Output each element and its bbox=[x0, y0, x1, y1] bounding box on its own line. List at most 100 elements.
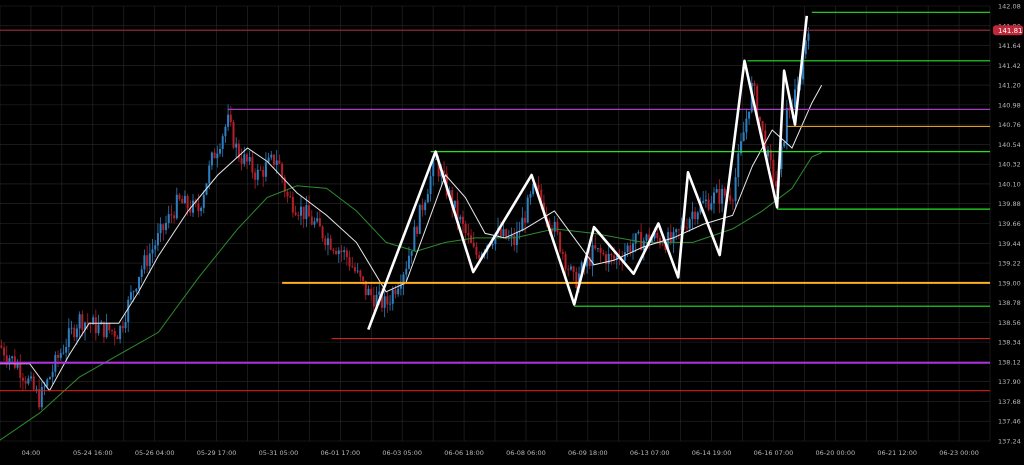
candle-body bbox=[475, 246, 478, 256]
candle-body bbox=[235, 143, 238, 148]
candle-body bbox=[278, 160, 281, 164]
candle-body bbox=[197, 203, 200, 212]
candle-body bbox=[694, 211, 697, 220]
candle-body bbox=[216, 153, 219, 159]
price-tick-label: 139.22 bbox=[998, 260, 1021, 268]
candle-body bbox=[140, 269, 143, 277]
candle-body bbox=[459, 216, 462, 220]
candle-body bbox=[62, 352, 65, 354]
candle-body bbox=[208, 165, 211, 184]
candle-body bbox=[413, 226, 416, 252]
price-tick-label: 137.90 bbox=[998, 378, 1021, 386]
candle-body bbox=[240, 158, 243, 164]
candle-body bbox=[675, 229, 678, 233]
candle-body bbox=[108, 322, 111, 331]
time-tick-label: 06-06 18:00 bbox=[444, 449, 484, 457]
candle-body bbox=[245, 154, 248, 162]
candle-body bbox=[181, 199, 184, 204]
candle-body bbox=[345, 250, 348, 258]
candle-body bbox=[348, 257, 351, 267]
candle-body bbox=[200, 207, 203, 212]
candle-body bbox=[135, 288, 138, 292]
time-tick-label: 06-21 12:00 bbox=[877, 449, 917, 457]
candle-body bbox=[661, 244, 664, 246]
candle-body bbox=[426, 194, 429, 203]
candle-body bbox=[677, 229, 680, 231]
candle-body bbox=[289, 196, 292, 198]
candle-body bbox=[119, 325, 122, 340]
candle-body bbox=[48, 377, 51, 380]
candle-body bbox=[712, 192, 715, 204]
time-tick-label: 06-14 19:00 bbox=[692, 449, 732, 457]
candle-body bbox=[138, 276, 141, 289]
candle-body bbox=[113, 330, 116, 337]
candle-body bbox=[146, 255, 149, 266]
candle-body bbox=[515, 231, 518, 245]
candle-body bbox=[32, 376, 35, 390]
candle-body bbox=[478, 255, 481, 259]
candle-body bbox=[472, 242, 475, 247]
price-tick-label: 141.20 bbox=[998, 82, 1021, 90]
price-axis[interactable]: 137.24 137.46 137.68 137.90 138.12 138.34 138.… bbox=[998, 3, 1021, 446]
candle-body bbox=[685, 227, 688, 229]
time-tick-label: 06-03 05:00 bbox=[382, 449, 422, 457]
candle-body bbox=[594, 245, 597, 249]
candle-body bbox=[343, 250, 346, 253]
time-tick-label: 06-13 07:00 bbox=[630, 449, 670, 457]
price-tick-label: 137.68 bbox=[998, 398, 1021, 406]
price-tick-label: 139.66 bbox=[998, 220, 1021, 228]
candle-body bbox=[124, 322, 127, 329]
candle-body bbox=[766, 149, 769, 157]
candle-body bbox=[121, 325, 124, 329]
candle-body bbox=[785, 108, 788, 143]
price-tick-label: 139.88 bbox=[998, 200, 1021, 208]
candle-body bbox=[310, 216, 313, 225]
candle-body bbox=[43, 386, 46, 388]
candle-body bbox=[305, 205, 308, 220]
candle-body bbox=[281, 163, 284, 178]
candle-body bbox=[127, 299, 130, 323]
chart-canvas[interactable]: 137.24 137.46 137.68 137.90 138.12 138.34 138.… bbox=[0, 0, 1024, 461]
price-tick-label: 142.08 bbox=[998, 3, 1021, 11]
candle-body bbox=[254, 172, 257, 180]
candle-body bbox=[259, 169, 262, 171]
candle-body bbox=[645, 234, 648, 241]
candle-body bbox=[243, 154, 246, 164]
candle-body bbox=[151, 249, 154, 254]
candle-body bbox=[729, 195, 732, 201]
candle-body bbox=[613, 255, 616, 260]
candle-body bbox=[783, 142, 786, 147]
candle-body bbox=[429, 176, 432, 195]
candle-body bbox=[170, 214, 173, 216]
candle-body bbox=[629, 245, 632, 252]
candle-body bbox=[602, 252, 605, 255]
price-tick-label: 139.00 bbox=[998, 279, 1021, 287]
candle-body bbox=[302, 206, 305, 220]
candle-body bbox=[308, 205, 311, 217]
price-tick-label: 140.32 bbox=[998, 161, 1021, 169]
price-tick-label: 138.56 bbox=[998, 319, 1021, 327]
price-tick-label: 140.10 bbox=[998, 180, 1021, 188]
candle-body bbox=[232, 122, 235, 148]
candle-body bbox=[529, 194, 532, 198]
candle-body bbox=[297, 214, 300, 216]
candle-body bbox=[270, 154, 273, 158]
candle-body bbox=[94, 317, 97, 334]
price-chart[interactable]: 137.24 137.46 137.68 137.90 138.12 138.34 138.… bbox=[0, 0, 1024, 461]
candle-body bbox=[286, 191, 289, 197]
candle-body bbox=[564, 253, 567, 270]
candle-body bbox=[389, 303, 392, 305]
candle-body bbox=[316, 218, 319, 222]
time-tick-label: 04:00 bbox=[22, 449, 41, 457]
candle-body bbox=[337, 250, 340, 255]
candle-body bbox=[102, 321, 105, 338]
candle-body bbox=[321, 226, 324, 239]
candle-body bbox=[313, 221, 316, 225]
time-tick-label: 06-16 07:00 bbox=[754, 449, 794, 457]
price-tick-label: 139.44 bbox=[998, 240, 1021, 248]
candle-body bbox=[378, 291, 381, 295]
candle-body bbox=[75, 328, 78, 338]
candle-body bbox=[718, 189, 721, 204]
candle-body bbox=[59, 353, 62, 358]
candle-body bbox=[524, 217, 527, 223]
